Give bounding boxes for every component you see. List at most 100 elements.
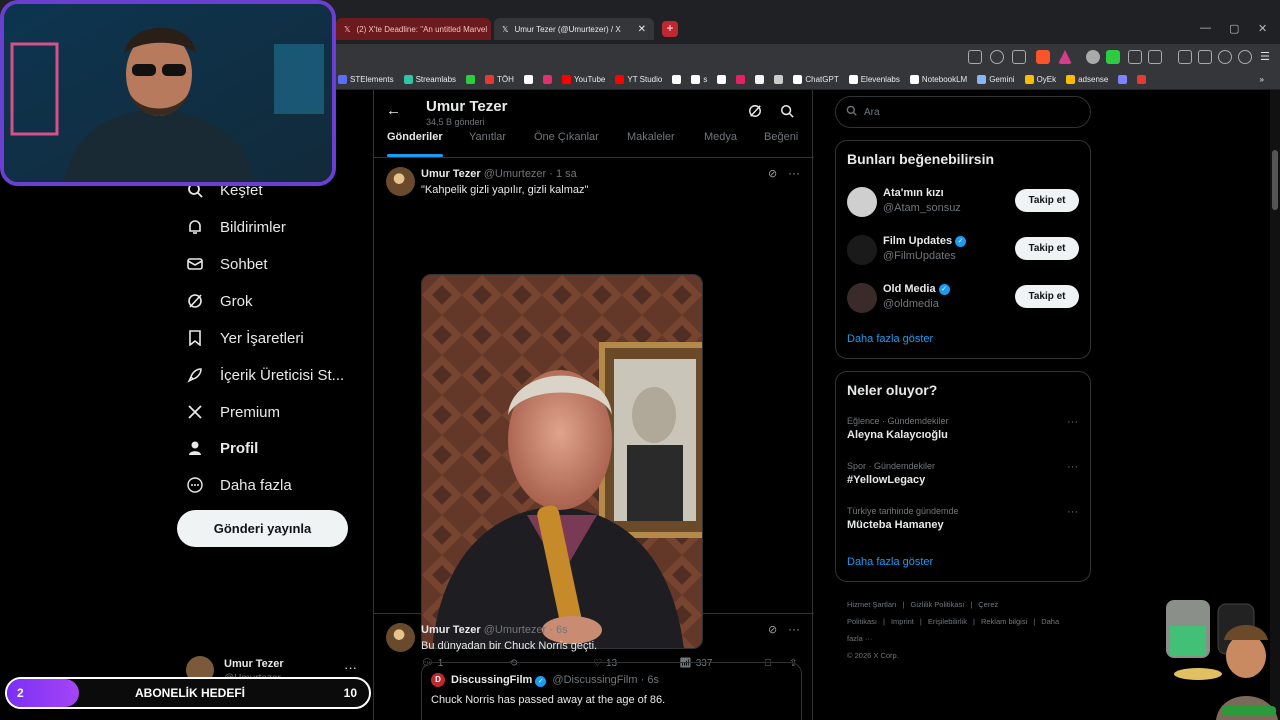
bookmark-item[interactable] — [755, 75, 765, 84]
footer-link[interactable]: Erişilebilirlik — [928, 617, 967, 626]
tweet-author[interactable]: Umur Tezer @Umurtezer · 1 sa — [421, 168, 577, 180]
tab-articles[interactable]: Makaleler — [627, 131, 675, 143]
tab-posts[interactable]: Gönderiler — [387, 131, 443, 143]
brave-shield-icon[interactable] — [1036, 50, 1050, 64]
avatar[interactable] — [386, 623, 415, 652]
new-tab-button[interactable]: + — [662, 21, 678, 37]
search-input[interactable]: Ara — [835, 96, 1091, 128]
tab-media[interactable]: Medya — [704, 131, 737, 143]
trend-item[interactable]: Eğlence · Gündemdekiler Aleyna Kalaycıoğl… — [847, 416, 1083, 441]
follow-button[interactable]: Takip et — [1015, 189, 1079, 212]
bookmark-item[interactable] — [466, 75, 476, 84]
bookmark-item[interactable] — [1118, 75, 1128, 84]
scrollbar-thumb[interactable] — [1272, 150, 1278, 210]
show-more-link[interactable]: Daha fazla göster — [847, 333, 933, 345]
bookmark-item[interactable]: Elevenlabs — [848, 75, 900, 84]
bookmark-item[interactable] — [736, 75, 746, 84]
bookmark-item[interactable]: Gemini — [977, 75, 1015, 84]
avatar[interactable] — [386, 167, 415, 196]
nav-grok[interactable]: Grok — [186, 292, 253, 310]
suggested-user[interactable]: Old Media ✓ @oldmedia Takip et — [847, 281, 1083, 315]
puzzle-icon[interactable] — [1128, 50, 1142, 64]
close-window-button[interactable]: ✕ — [1258, 22, 1267, 35]
bookmark-item[interactable]: Streamlabs — [403, 75, 456, 84]
footer-link[interactable]: © 2026 X Corp. — [847, 651, 899, 660]
more-icon[interactable]: ··· — [788, 622, 800, 636]
zoom-icon[interactable] — [990, 50, 1004, 64]
search-icon[interactable] — [780, 104, 794, 123]
show-more-link[interactable]: Daha fazla göster — [847, 556, 933, 568]
sidebar-icon[interactable] — [1178, 50, 1192, 64]
maximize-button[interactable]: ▢ — [1229, 22, 1239, 35]
more-icon[interactable]: ··· — [788, 166, 800, 180]
tweet-image[interactable] — [421, 274, 703, 649]
bookmark-item[interactable] — [672, 75, 682, 84]
suggested-user[interactable]: Ata'mın kızı @Atam_sonsuz Takip et — [847, 185, 1083, 219]
avatar[interactable] — [847, 235, 877, 265]
nav-notifications[interactable]: Bildirimler — [186, 218, 286, 236]
leo-icon[interactable] — [1218, 50, 1232, 64]
more-icon[interactable]: ··· — [1067, 506, 1078, 518]
bookmark-item[interactable] — [523, 75, 533, 84]
nav-creator-studio[interactable]: İçerik Üreticisi St... — [186, 366, 344, 384]
follow-button[interactable]: Takip et — [1015, 237, 1079, 260]
share-icon[interactable] — [1012, 50, 1026, 64]
quoted-tweet[interactable]: D DiscussingFilm ✓ @DiscussingFilm · 6s … — [421, 662, 802, 720]
nav-profile[interactable]: Profil — [186, 439, 258, 457]
follow-button[interactable]: Takip et — [1015, 285, 1079, 308]
more-icon[interactable]: ··· — [1067, 461, 1078, 473]
extension-icon[interactable] — [1106, 50, 1120, 64]
bookmark-item[interactable]: YouTube — [561, 75, 605, 84]
grok-icon[interactable]: ⊘ — [768, 167, 777, 180]
nav-messages[interactable]: Sohbet — [186, 255, 268, 273]
grok-icon[interactable]: ⊘ — [768, 623, 777, 636]
bookmark-item[interactable]: adsense — [1066, 75, 1108, 84]
tweet[interactable]: Umur Tezer @Umurtezer · 1 sa "Kahpelik gi… — [374, 158, 814, 669]
bookmark-item[interactable] — [774, 75, 784, 84]
nav-bookmarks[interactable]: Yer İşaretleri — [186, 329, 304, 347]
rewards-icon[interactable] — [1058, 50, 1072, 64]
tab-replies[interactable]: Yanıtlar — [469, 131, 506, 143]
bookmark-item[interactable]: YT Studio — [615, 75, 662, 84]
bookmark-item[interactable]: OyEk — [1024, 75, 1056, 84]
grok-icon[interactable] — [748, 104, 762, 123]
tab-likes[interactable]: Beğeni — [764, 131, 798, 143]
bookmark-item[interactable]: s — [691, 75, 707, 84]
footer-link[interactable]: Gizlilik Politikası — [911, 600, 965, 609]
extension-icon[interactable] — [1086, 50, 1100, 64]
footer-link[interactable]: Hizmet Şartları — [847, 600, 897, 609]
screen-icon[interactable] — [968, 50, 982, 64]
close-tab-icon[interactable]: ✕ — [638, 24, 646, 35]
post-button[interactable]: Gönderi yayınla — [177, 510, 348, 547]
suggested-user[interactable]: Film Updates ✓ @FilmUpdates Takip et — [847, 233, 1083, 267]
browser-tab-profile[interactable]: 𝕏 Umur Tezer (@Umurtezer) / X ✕ — [494, 18, 654, 40]
more-icon[interactable]: ··· — [1067, 416, 1078, 428]
avatar[interactable] — [847, 283, 877, 313]
bookmark-item[interactable] — [717, 75, 727, 84]
bookmark-item[interactable]: STElements — [338, 75, 394, 84]
vpn-icon[interactable] — [1238, 50, 1252, 64]
bookmark-item[interactable] — [1137, 75, 1147, 84]
menu-icon[interactable]: ☰ — [1258, 50, 1272, 64]
trend-item[interactable]: Spor · Gündemdekiler #YellowLegacy ··· — [847, 461, 1083, 486]
bookmarks-overflow-icon[interactable]: » — [1260, 75, 1280, 84]
bookmark-item[interactable]: NotebookLM — [909, 75, 967, 84]
bookmark-item[interactable]: TÖH — [485, 75, 514, 84]
wallet-icon[interactable] — [1198, 50, 1212, 64]
minimize-button[interactable]: — — [1200, 22, 1211, 34]
tab-highlights[interactable]: Öne Çıkanlar — [534, 131, 599, 143]
avatar[interactable] — [847, 187, 877, 217]
bookmark-item[interactable]: ChatGPT — [793, 75, 839, 84]
nav-more[interactable]: Daha fazla — [186, 476, 292, 494]
bookmark-item[interactable] — [542, 75, 552, 84]
trend-item[interactable]: Türkiye tarihinde gündemde Mücteba Hamane… — [847, 506, 1083, 531]
browser-tab-deadline[interactable]: 𝕏 (2) X'te Deadline: "An untitled Marvel — [336, 18, 491, 40]
footer-link[interactable]: Imprint — [891, 617, 914, 626]
nav-premium[interactable]: Premium — [186, 403, 280, 421]
more-icon[interactable]: ··· — [344, 660, 357, 675]
tweet-author[interactable]: Umur Tezer @Umurtezer · 6s — [421, 624, 568, 636]
extension-icon[interactable] — [1148, 50, 1162, 64]
footer-link[interactable]: Reklam bilgisi — [981, 617, 1027, 626]
back-arrow-icon[interactable]: ← — [386, 102, 401, 119]
bookmark-favicon-icon — [1024, 75, 1034, 84]
